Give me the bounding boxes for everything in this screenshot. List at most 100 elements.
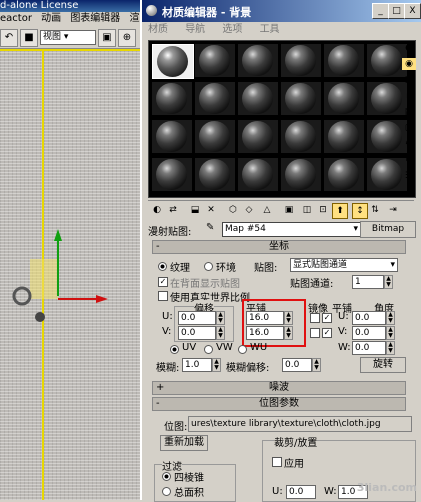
select-link-icon[interactable]: ⊕	[118, 29, 136, 47]
blur-spinner[interactable]: ▲ ▼	[212, 358, 221, 372]
select-by-material-icon[interactable]: ⊗	[402, 154, 416, 166]
put-to-library-icon[interactable]: △	[260, 203, 274, 217]
real-world-scale-checkbox[interactable]	[158, 291, 168, 301]
environ-radio[interactable]	[204, 262, 213, 271]
backlight-icon[interactable]: ◉	[402, 58, 416, 70]
menu-item-options[interactable]: 选项	[222, 24, 242, 35]
u-tile-checkbox[interactable]: ✓	[322, 313, 332, 323]
crop-u-field[interactable]: 0.0	[286, 485, 316, 499]
menu-item-navigation[interactable]: 导航	[185, 24, 205, 35]
filter-pyramidal-radio[interactable]	[162, 472, 171, 481]
u-offset-field[interactable]: 0.0	[178, 311, 216, 325]
w-angle-spinner[interactable]: ▲ ▼	[386, 341, 395, 355]
bitmap-path-button[interactable]: ures\texture library\texture\cloth\cloth…	[188, 416, 412, 432]
menu-item-reactor[interactable]: eactor	[0, 13, 32, 24]
reload-button[interactable]: 重新加载	[160, 435, 208, 451]
sample-slot[interactable]	[152, 82, 192, 115]
sample-type-icon[interactable]: ●	[402, 42, 416, 54]
show-map-on-back-checkbox[interactable]: ✓	[158, 277, 168, 287]
sample-slot[interactable]	[152, 120, 192, 153]
video-color-check-icon[interactable]: ▤	[402, 106, 416, 118]
uv-tiling-icon[interactable]: ▪	[402, 90, 416, 102]
undo-icon[interactable]: ↶	[0, 29, 18, 47]
make-preview-icon[interactable]: ▢	[402, 122, 416, 134]
v-tile-checkbox[interactable]: ✓	[322, 328, 332, 338]
u-angle-spinner[interactable]: ▲ ▼	[386, 311, 395, 325]
v-offset-field[interactable]: 0.0	[178, 326, 216, 340]
w-angle-field[interactable]: 0.0	[352, 341, 386, 355]
reset-map-icon[interactable]: ✕	[204, 203, 218, 217]
sample-slot[interactable]	[238, 82, 278, 115]
u-mirror-checkbox[interactable]	[310, 313, 320, 323]
sample-slot[interactable]	[195, 82, 235, 115]
blur-offset-field[interactable]: 0.0	[282, 358, 312, 372]
sample-slot[interactable]	[281, 120, 321, 153]
u-offset-spinner[interactable]: ▲ ▼	[216, 311, 225, 325]
close-button[interactable]: X	[404, 3, 421, 19]
filter-sat-radio[interactable]	[162, 487, 171, 496]
get-material-icon[interactable]: ◐	[150, 203, 164, 217]
make-unique-icon[interactable]: ◇	[242, 203, 256, 217]
pick-material-icon[interactable]: ⇅	[368, 203, 382, 217]
show-end-result-icon[interactable]: ⊡	[316, 203, 330, 217]
sample-slot[interactable]	[281, 158, 321, 191]
transform-gizmo[interactable]	[0, 49, 140, 500]
coordinates-rollout-header[interactable]: - 坐标	[152, 240, 406, 254]
maximize-button[interactable]: □	[388, 3, 405, 19]
noise-rollout-header[interactable]: + 噪波	[152, 381, 406, 395]
menu-item-material[interactable]: 材质	[148, 24, 168, 35]
material-effects-channel-icon[interactable]: ▣	[282, 203, 296, 217]
uv-radio[interactable]	[170, 345, 179, 354]
map-channel-spinner[interactable]: ▲ ▼	[384, 275, 393, 289]
sample-slot[interactable]	[152, 44, 194, 79]
assign-to-selection-icon[interactable]: ⬓	[188, 203, 202, 217]
map-type-button[interactable]: Bitmap	[360, 221, 416, 238]
background-icon[interactable]: ▦	[402, 74, 416, 86]
minimize-button[interactable]: _	[372, 3, 389, 19]
blur-offset-spinner[interactable]: ▲ ▼	[312, 358, 321, 372]
v-angle-spinner[interactable]: ▲ ▼	[386, 326, 395, 340]
sample-slot[interactable]	[281, 82, 321, 115]
sample-slot[interactable]	[324, 82, 364, 115]
mapping-select[interactable]: 显式贴图通道 ▾	[290, 258, 398, 272]
vw-radio[interactable]	[204, 345, 213, 354]
map-channel-field[interactable]: 1	[352, 275, 384, 289]
viewport[interactable]	[0, 49, 140, 500]
rotate-button[interactable]: 旋转	[360, 357, 406, 373]
bitmap-params-rollout-header[interactable]: - 位图参数	[152, 397, 406, 411]
menu-item-graph-editors[interactable]: 图表编辑器	[70, 13, 120, 24]
menu-item-animation[interactable]: 动画	[41, 13, 61, 24]
sample-slot[interactable]	[152, 158, 192, 191]
sample-slot[interactable]	[281, 44, 321, 77]
sample-slot[interactable]	[324, 158, 364, 191]
sample-slot[interactable]	[238, 158, 278, 191]
map-name-field[interactable]: Map #54 ▾	[222, 222, 361, 237]
v-mirror-checkbox[interactable]	[310, 328, 320, 338]
pick-icon[interactable]: ✎	[206, 222, 214, 233]
navigator-icon[interactable]: ⇥	[386, 203, 400, 217]
menu-item-rendering[interactable]: 渲染	[130, 13, 141, 24]
v-offset-spinner[interactable]: ▲ ▼	[216, 326, 225, 340]
sample-slot[interactable]	[324, 120, 364, 153]
show-map-in-viewport-icon[interactable]: ◫	[300, 203, 314, 217]
options-icon[interactable]: ⚙	[402, 138, 416, 150]
sample-slot[interactable]	[195, 158, 235, 191]
sample-slot[interactable]	[195, 44, 235, 77]
sample-slot[interactable]	[195, 120, 235, 153]
v-angle-field[interactable]: 0.0	[352, 326, 386, 340]
sample-slot[interactable]	[238, 44, 278, 77]
blur-field[interactable]: 1.0	[182, 358, 212, 372]
sample-slot[interactable]	[238, 120, 278, 153]
material-map-navigator-icon[interactable]: ☷	[402, 170, 416, 182]
u-angle-field[interactable]: 0.0	[352, 311, 386, 325]
go-forward-to-sibling-icon[interactable]: ↕	[352, 203, 368, 219]
menu-item-utilities[interactable]: 工具	[260, 24, 280, 35]
apply-checkbox[interactable]	[272, 457, 282, 467]
reference-coord-select[interactable]: 视图 ▾	[40, 30, 96, 45]
go-to-parent-icon[interactable]: ⬆	[332, 203, 348, 219]
copy-material-icon[interactable]: ⬡	[226, 203, 240, 217]
pivot-icon[interactable]: ▣	[98, 29, 116, 47]
wu-radio[interactable]	[238, 345, 247, 354]
put-to-scene-icon[interactable]: ⇄	[166, 203, 180, 217]
select-region-icon[interactable]: ■	[20, 29, 38, 47]
